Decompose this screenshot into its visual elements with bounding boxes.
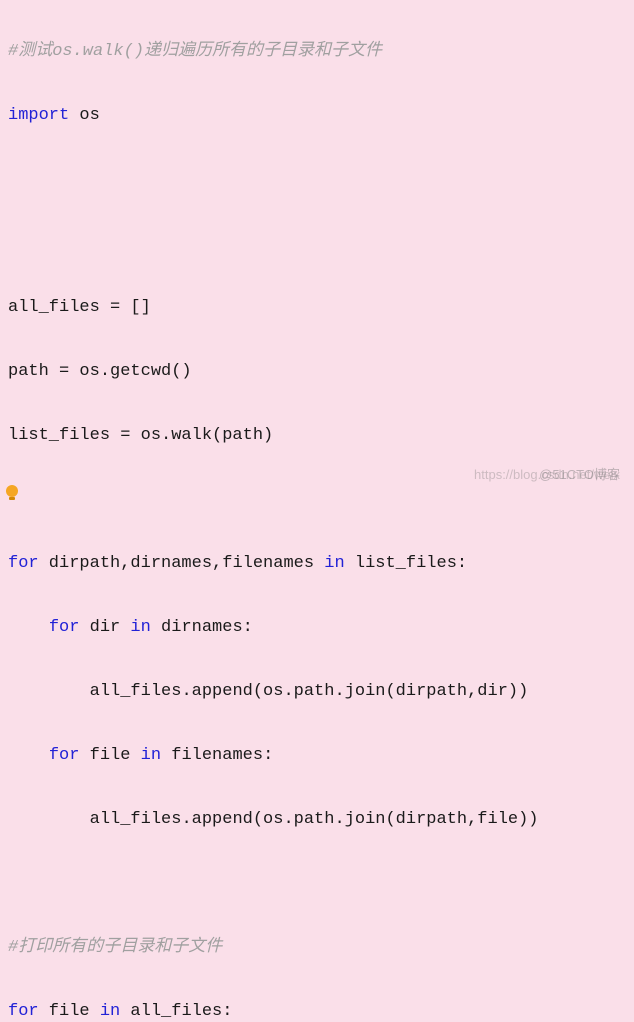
for-vars: file [79,746,130,765]
keyword-for: for [8,554,39,573]
append-call: all_files.append(os.path.join(dirpath,di… [90,682,529,701]
code-block: #测试os.walk()递归遍历所有的子目录和子文件 import os all… [8,4,626,1022]
assign-listfiles: list_files = os.walk(path) [8,426,273,445]
keyword-for: for [49,618,80,637]
append-call: all_files.append(os.path.join(dirpath,fi… [90,810,539,829]
watermark-text: @51CTO博客 [539,459,620,491]
for-vars: dir [79,618,120,637]
module-os: os [69,106,100,125]
for-iter: filenames: [161,746,273,765]
keyword-in: in [90,1002,121,1021]
for-iter: all_files: [120,1002,232,1021]
keyword-in: in [314,554,345,573]
comment-line: #打印所有的子目录和子文件 [8,938,222,957]
keyword-in: in [130,746,161,765]
for-iter: dirnames: [151,618,253,637]
comment-line: #测试os.walk()递归遍历所有的子目录和子文件 [8,42,382,61]
assign-allfiles: all_files = [] [8,298,151,317]
assign-path: path = os.getcwd() [8,362,192,381]
keyword-import: import [8,106,69,125]
keyword-for: for [8,1002,39,1021]
keyword-for: for [49,746,80,765]
for-vars: file [39,1002,90,1021]
for-vars: dirpath,dirnames,filenames [39,554,314,573]
keyword-in: in [120,618,151,637]
lightbulb-icon [6,485,18,497]
for-iter: list_files: [345,554,467,573]
